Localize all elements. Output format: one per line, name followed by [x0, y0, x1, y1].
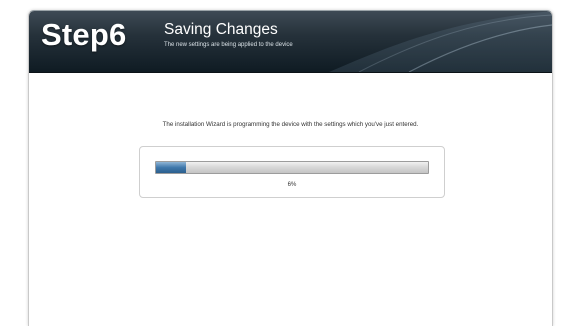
progress-bar: [155, 161, 429, 174]
progress-bar-fill: [156, 162, 187, 173]
wizard-header: Step6 Saving Changes The new settings ar…: [29, 11, 552, 73]
step-label: Step6: [41, 17, 127, 52]
wizard-window: Step6 Saving Changes The new settings ar…: [28, 10, 553, 326]
progress-percent-label: 6%: [287, 182, 297, 188]
page-subtitle: The new settings are being applied to th…: [164, 42, 293, 48]
status-message: The installation Wizard is programming t…: [162, 121, 419, 128]
page-title: Saving Changes: [164, 21, 278, 38]
progress-panel: 6%: [139, 146, 445, 198]
